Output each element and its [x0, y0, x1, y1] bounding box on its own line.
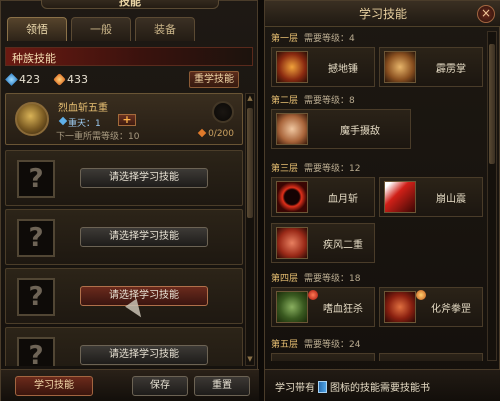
tier-header: 第一层 需要等级：4 [271, 34, 355, 44]
learn-panel-title: 学习技能 [265, 1, 500, 27]
empty-skill-slot: ? 请选择学习技能 [5, 327, 243, 366]
skill-card[interactable] [379, 353, 483, 361]
question-mark-icon: ? [17, 219, 55, 257]
orange-crystal-icon [53, 73, 66, 86]
scroll-thumb[interactable] [489, 44, 495, 164]
scroll-down-icon[interactable]: ▼ [246, 355, 254, 365]
scroll-up-icon[interactable]: ▲ [246, 94, 254, 104]
skill-card[interactable]: 霹雳掌 [379, 47, 483, 87]
tier-list-scrollbar[interactable] [487, 31, 497, 361]
tier-header: 第四层 需要等级：18 [271, 274, 361, 284]
tier-row: 嗜血狂杀 化斧拳罡 [271, 287, 483, 327]
tab-equipment[interactable]: 装备 [135, 17, 195, 41]
tab-comprehend[interactable]: 领悟 [7, 17, 67, 41]
skill-card[interactable]: 化斧拳罡 [379, 287, 483, 327]
tab-bar: 领悟 一般 装备 [7, 17, 253, 41]
empty-orb-icon [212, 101, 234, 123]
skill-card[interactable]: 嗜血狂杀 [271, 287, 375, 327]
panel-title: 技能 [41, 0, 219, 9]
skill-book-icon [318, 381, 327, 393]
tier-row: 血月斩 崩山震 [271, 177, 483, 217]
empty-skill-slot: ? 请选择学习技能 [5, 268, 243, 324]
relearn-skills-button[interactable]: 重学技能 [189, 71, 239, 88]
learn-skill-panel: 学习技能 × 第一层 需要等级：4 撼地锤 霹雳掌 第二层 需要等级：8 魔手摄敌 [264, 0, 500, 401]
orange-points: 433 [53, 73, 88, 86]
question-mark-icon: ? [17, 337, 55, 366]
skill-slot-list: 烈血斩五重 重天：1 + 下一重所需等级：10 0/200 ? 请选择学习技能 … [5, 93, 243, 366]
reset-button[interactable]: 重置 [194, 376, 250, 396]
gale-strike-icon [276, 227, 308, 259]
skill-book-required-icon [416, 290, 426, 300]
save-button[interactable]: 保存 [132, 376, 188, 396]
blood-moon-icon [276, 181, 308, 213]
tier-row: 撼地锤 霹雳掌 [271, 47, 483, 87]
empty-skill-slot: ? 请选择学习技能 [5, 150, 243, 206]
skill-card[interactable] [271, 353, 375, 361]
skill-card[interactable]: 魔手摄敌 [271, 109, 411, 149]
blue-points: 423 [5, 73, 40, 86]
choose-skill-button[interactable]: 请选择学习技能 [80, 227, 208, 247]
tier-row: 魔手摄敌 [271, 109, 483, 149]
question-mark-icon: ? [17, 278, 55, 316]
skill-level: 重天：1 [68, 116, 101, 129]
skill-book-required-icon [308, 290, 318, 300]
right-footer: 学习带有 图标的技能需要技能书 [265, 369, 500, 401]
skill-card[interactable]: 血月斩 [271, 177, 375, 217]
skill-points-progress: 0/200 [199, 129, 234, 139]
points-row: 423 433 重学技能 [5, 71, 253, 89]
skill-list-scrollbar[interactable]: ▲ ▼ [245, 93, 255, 366]
tier-row: 疾风二重 [271, 223, 483, 263]
skill-book-hint: 学习带有 图标的技能需要技能书 [275, 381, 430, 394]
choose-skill-button[interactable]: 请选择学习技能 [80, 168, 208, 188]
blood-slash-icon [15, 102, 49, 136]
demon-hand-icon [276, 113, 308, 145]
tab-general[interactable]: 一般 [71, 17, 131, 41]
skill-panel: 技能 领悟 一般 装备 种族技能 423 433 重学技能 烈血斩五重 重天：1… [0, 0, 259, 401]
scroll-thumb[interactable] [247, 108, 253, 218]
skill-tier-list: 第一层 需要等级：4 撼地锤 霹雳掌 第二层 需要等级：8 魔手摄敌 第三层 需要等级… [271, 31, 483, 361]
mountain-quake-icon [384, 181, 416, 213]
thunder-palm-icon [384, 51, 416, 83]
tier-header: 第二层 需要等级：8 [271, 96, 355, 106]
close-icon[interactable]: × [477, 5, 495, 23]
upgrade-plus-button[interactable]: + [118, 114, 136, 126]
left-footer: 学习技能 保存 重置 [1, 369, 259, 401]
blue-crystal-icon [5, 73, 18, 86]
choose-skill-button[interactable]: 请选择学习技能 [80, 345, 208, 365]
hammer-skill-icon [276, 51, 308, 83]
skill-card[interactable]: 疾风二重 [271, 223, 375, 263]
skill-card[interactable]: 撼地锤 [271, 47, 375, 87]
race-skills-label: 种族技能 [12, 52, 56, 65]
race-skills-header: 种族技能 [5, 47, 253, 66]
bloodlust-icon [276, 291, 308, 323]
skill-card[interactable]: 崩山震 [379, 177, 483, 217]
skill-name: 烈血斩五重 [58, 103, 108, 114]
tier-header: 第三层 需要等级：12 [271, 164, 361, 174]
empty-skill-slot: ? 请选择学习技能 [5, 209, 243, 265]
tier-row [271, 353, 483, 361]
learned-skill-slot[interactable]: 烈血斩五重 重天：1 + 下一重所需等级：10 0/200 [5, 93, 243, 145]
next-level-requirement: 下一重所需等级：10 [56, 132, 140, 142]
choose-skill-button[interactable]: 请选择学习技能 [80, 286, 208, 306]
question-mark-icon: ? [17, 160, 55, 198]
learn-skill-button[interactable]: 学习技能 [15, 376, 93, 396]
tier-header: 第五层 需要等级：24 [271, 340, 361, 350]
axe-fist-icon [384, 291, 416, 323]
